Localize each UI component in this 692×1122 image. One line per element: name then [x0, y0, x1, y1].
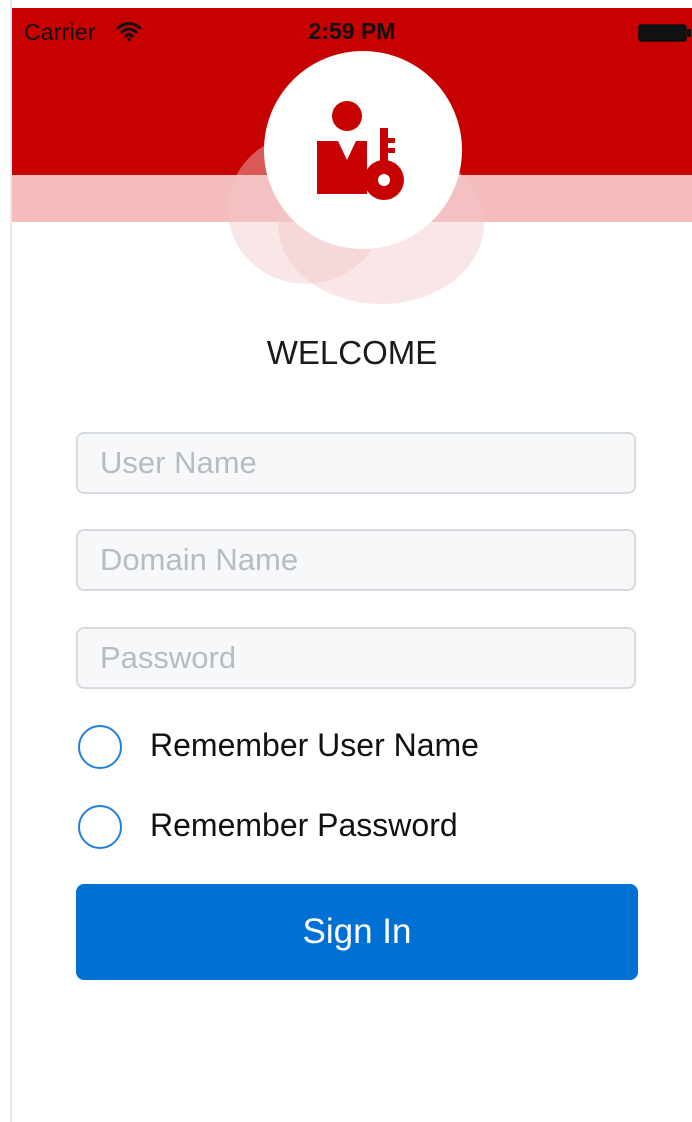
remember-password-option[interactable]: Remember Password [78, 803, 578, 855]
remember-password-label: Remember Password [150, 807, 458, 843]
remember-username-label: Remember User Name [150, 727, 479, 763]
sign-in-button[interactable]: Sign In [76, 884, 638, 980]
top-edge [0, 0, 692, 8]
battery-icon [638, 24, 691, 42]
page-title: WELCOME [266, 334, 438, 371]
remember-username-option[interactable]: Remember User Name [78, 723, 578, 775]
username-input[interactable] [76, 432, 636, 494]
login-screen: Carrier 2:59 PM WELCOME Remember User Na… [12, 8, 692, 1122]
remember-password-checkbox[interactable] [78, 805, 122, 849]
remember-username-checkbox[interactable] [78, 725, 122, 769]
domain-input[interactable] [76, 529, 636, 591]
status-bar: Carrier 2:59 PM [12, 8, 692, 56]
user-key-icon [317, 101, 404, 200]
status-time: 2:59 PM [308, 18, 396, 44]
password-input[interactable] [76, 627, 636, 689]
